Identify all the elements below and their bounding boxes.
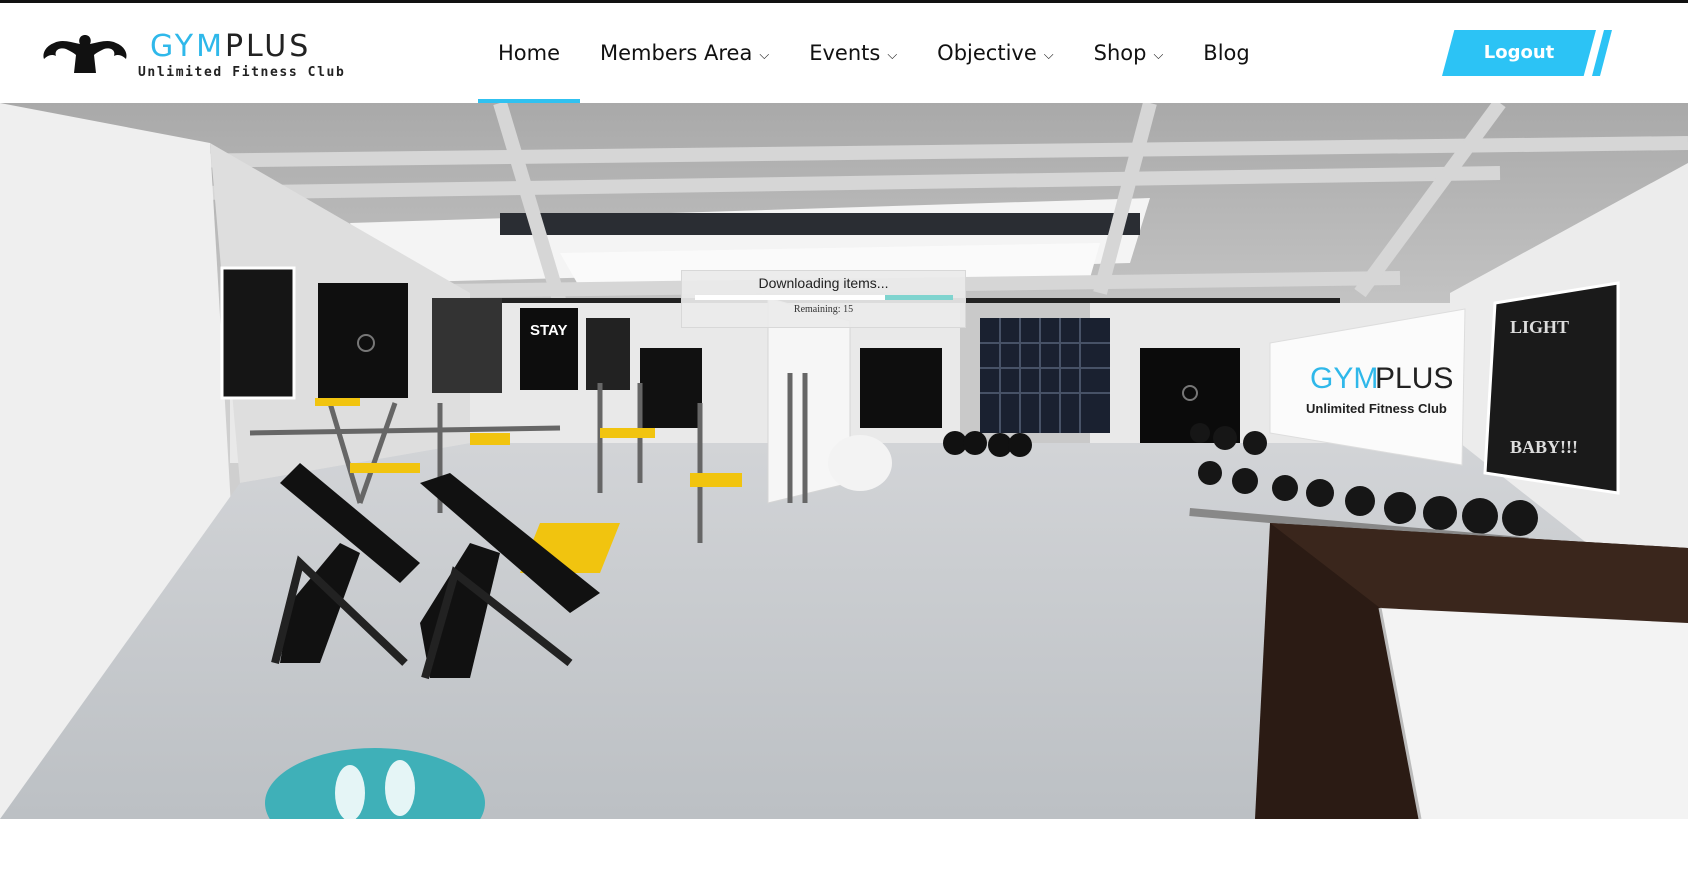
logout-label: Logout [1483,42,1555,63]
main-nav: Home Members Area ⌵ Events ⌵ Objective ⌵ Sh… [478,3,1270,103]
chevron-down-icon: ⌵ [1043,47,1054,63]
wall-sign-plus: PLUS [1375,362,1453,395]
nav-blog[interactable]: Blog [1183,3,1269,103]
download-progress-dialog: Downloading items... Remaining: 15 [681,270,966,328]
nav-members-area-label: Members Area [600,41,753,65]
poster-black-1 [318,283,408,398]
nav-objective-label: Objective [937,41,1037,65]
logout-button[interactable]: Logout [1442,30,1612,76]
bosu-ball [828,435,892,491]
download-title: Downloading items... [758,275,889,291]
chevron-down-icon: ⌵ [759,47,770,63]
site-header: GYMPLUS Unlimited Fitness Club Home Memb… [0,3,1688,103]
gym-scene: STAY GYM PLUS Unlimited Fitness Club LIG… [0,103,1688,819]
nav-objective[interactable]: Objective ⌵ [917,3,1073,103]
nav-shop-label: Shop [1093,41,1147,65]
nav-members-area[interactable]: Members Area ⌵ [580,3,789,103]
download-progress-bar [694,295,953,300]
brand-name: GYMPLUS [150,29,312,64]
wall-sign-gym: GYM [1310,362,1378,395]
poster-baby-text: BABY!!! [1510,437,1578,457]
poster-art [432,298,502,393]
site-logo[interactable]: GYMPLUS Unlimited Fitness Club [40,27,370,83]
brand-tagline: Unlimited Fitness Club [138,65,346,80]
chevron-down-icon: ⌵ [887,47,898,63]
bodybuilder-logo-icon [43,35,127,73]
virtual-gym-3d-viewport[interactable]: STAY GYM PLUS Unlimited Fitness Club LIG… [0,103,1688,819]
download-remaining: Remaining: 15 [793,304,854,315]
wall-sign-tagline: Unlimited Fitness Club [1306,401,1447,416]
nav-events[interactable]: Events ⌵ [789,3,917,103]
nav-shop[interactable]: Shop ⌵ [1074,3,1184,103]
nav-home[interactable]: Home [478,3,581,103]
chevron-down-icon: ⌵ [1153,47,1164,63]
page-bottom-area [0,819,1688,880]
poster-bodybuilder [220,266,296,400]
poster-arnold [586,318,630,390]
download-progress-fill [885,295,953,300]
poster-light-weight-text: LIGHT [1510,317,1569,337]
poster-light-weight [1483,281,1620,495]
nav-home-label: Home [498,41,561,65]
nav-events-label: Events [809,41,881,65]
nav-blog-label: Blog [1203,41,1250,65]
poster-stay-hungry [520,308,578,390]
poster-stay-hungry-text: STAY [530,322,568,339]
